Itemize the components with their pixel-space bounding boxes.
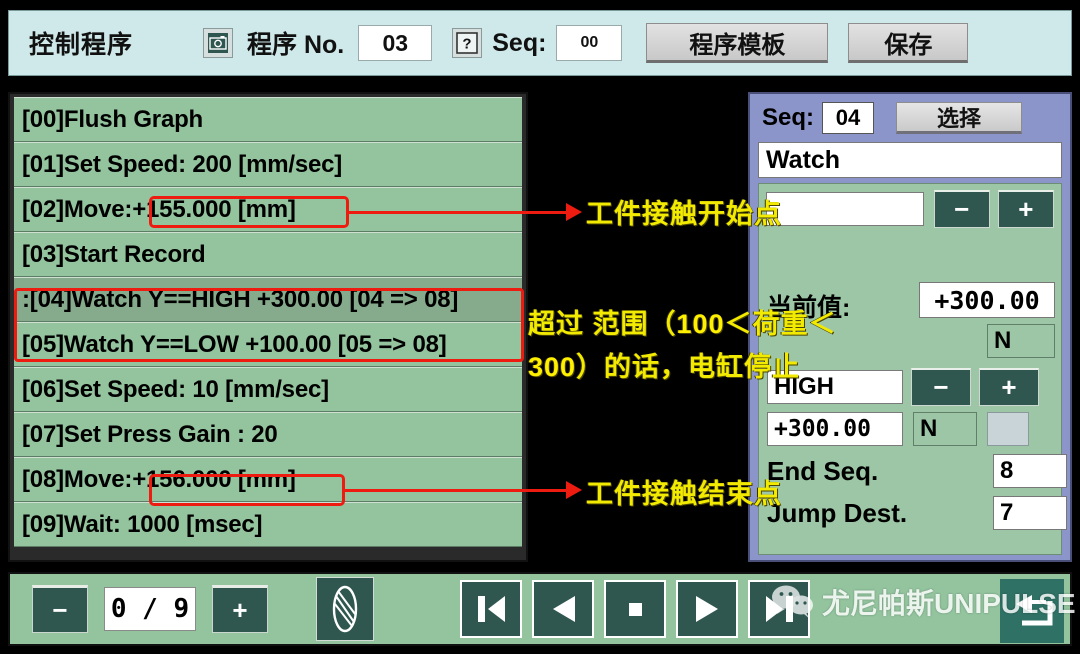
current-value-display: +300.00 [919, 282, 1055, 318]
editor-seq-field[interactable]: 04 [822, 102, 875, 134]
annotation-range-min: 100 [676, 309, 725, 339]
page-decrement-button[interactable]: − [32, 585, 88, 633]
end-seq-field[interactable]: 8 [993, 454, 1067, 488]
playback-controls [460, 580, 820, 638]
annotation-range-pre: 超过 范围（ [528, 309, 677, 339]
graph-leaf-icon[interactable] [316, 577, 374, 641]
list-item[interactable]: [09]Wait: 1000 [msec] [14, 502, 522, 547]
condition-decrement-button[interactable]: − [911, 368, 971, 406]
page-title: 控制程序 [29, 31, 134, 59]
play-reverse-icon[interactable] [532, 580, 594, 638]
list-item-label: [08]Move:+156.000 [mm] [22, 465, 296, 493]
return-arrow-icon[interactable] [1000, 579, 1064, 643]
condition-row: HIGH − + [767, 368, 1063, 406]
select-button[interactable]: 选择 [896, 102, 1023, 134]
list-item[interactable]: [02]Move:+155.000 [mm] [14, 187, 522, 232]
program-template-button[interactable]: 程序模板 [646, 23, 829, 63]
condition-field[interactable]: HIGH [767, 370, 903, 404]
question-mark-icon[interactable]: ? [452, 28, 483, 58]
list-item[interactable]: [00]Flush Graph [14, 97, 522, 142]
threshold-extra-button[interactable] [987, 412, 1029, 446]
jump-dest-row: Jump Dest. 7 [767, 496, 1067, 530]
list-item[interactable]: [05]Watch Y==LOW +100.00 [05 => 08] [14, 322, 522, 367]
svg-text:?: ? [463, 36, 472, 53]
list-item-label: :[04]Watch Y==HIGH +300.00 [04 => 08] [22, 285, 459, 313]
end-seq-row: End Seq. 8 [767, 454, 1067, 488]
list-item-label: [02]Move:+155.000 [mm] [22, 195, 296, 223]
camera-icon[interactable] [203, 28, 234, 58]
argument-increment-button[interactable]: + [997, 190, 1054, 228]
list-item-label: [06]Set Speed: 10 [mm/sec] [22, 375, 329, 403]
annotation-range-max: 300 [528, 352, 577, 382]
threshold-row: +300.00 N [767, 412, 1063, 446]
threshold-field[interactable]: +300.00 [767, 412, 903, 446]
editor-seq-label: Seq: [762, 104, 815, 131]
list-item-selected[interactable]: :[04]Watch Y==HIGH +300.00 [04 => 08] [14, 277, 522, 322]
skip-to-start-icon[interactable] [460, 580, 522, 638]
play-forward-icon[interactable] [676, 580, 738, 638]
list-item-label: [01]Set Speed: 200 [mm/sec] [22, 150, 343, 178]
program-no-field[interactable]: 03 [358, 25, 433, 61]
list-item[interactable]: [07]Set Press Gain : 20 [14, 412, 522, 457]
stop-icon[interactable] [604, 580, 666, 638]
end-seq-label: End Seq. [767, 455, 879, 486]
threshold-unit: N [913, 412, 977, 446]
page-increment-button[interactable]: + [212, 585, 268, 633]
header-bar: 控制程序 程序 No. 03 ? Seq: 00 程序模板 保存 [8, 10, 1072, 76]
list-item-label: [03]Start Record [22, 240, 206, 268]
skip-to-end-icon[interactable] [748, 580, 810, 638]
application-screen: 控制程序 程序 No. 03 ? Seq: 00 程序模板 保存 [00]Flu… [0, 0, 1080, 654]
argument-decrement-button[interactable]: − [933, 190, 990, 228]
program-no-label: 程序 No. [247, 31, 345, 59]
current-value-unit: N [987, 324, 1055, 358]
condition-increment-button[interactable]: + [979, 368, 1039, 406]
jump-dest-label: Jump Dest. [767, 497, 908, 528]
current-value-label: 当前值: [767, 294, 851, 322]
header-seq-field[interactable]: 00 [556, 25, 623, 61]
step-editor-panel: Seq: 04 选择 Watch − + 当前值: +300.00 N HIGH… [748, 92, 1072, 562]
list-item[interactable]: [08]Move:+156.000 [mm] [14, 457, 522, 502]
list-item[interactable]: [03]Start Record [14, 232, 522, 277]
header-seq-label: Seq: [492, 28, 547, 57]
list-item-label: [05]Watch Y==LOW +100.00 [05 => 08] [22, 330, 447, 358]
step-editor-header: Seq: 04 选择 [758, 100, 1062, 136]
callout-arrow-end [566, 481, 582, 499]
argument-field[interactable] [766, 192, 924, 226]
program-step-list[interactable]: [00]Flush Graph [01]Set Speed: 200 [mm/s… [8, 92, 528, 562]
save-button[interactable]: 保存 [848, 23, 969, 63]
step-parameter-area: − + 当前值: +300.00 N HIGH − + +300.00 N En… [758, 183, 1067, 555]
page-counter: 0 / 9 [104, 587, 196, 631]
list-item-label: [07]Set Press Gain : 20 [22, 420, 278, 448]
callout-arrow-start [566, 203, 582, 221]
list-item-label: [09]Wait: 1000 [msec] [22, 510, 263, 538]
list-item-label: [00]Flush Graph [22, 105, 204, 133]
bottom-toolbar: − 0 / 9 + [8, 572, 1072, 646]
command-field[interactable]: Watch [758, 142, 1062, 178]
jump-dest-field[interactable]: 7 [993, 496, 1067, 530]
list-item[interactable]: [01]Set Speed: 200 [mm/sec] [14, 142, 522, 187]
list-item[interactable]: [06]Set Speed: 10 [mm/sec] [14, 367, 522, 412]
argument-row: − + [766, 190, 1054, 228]
